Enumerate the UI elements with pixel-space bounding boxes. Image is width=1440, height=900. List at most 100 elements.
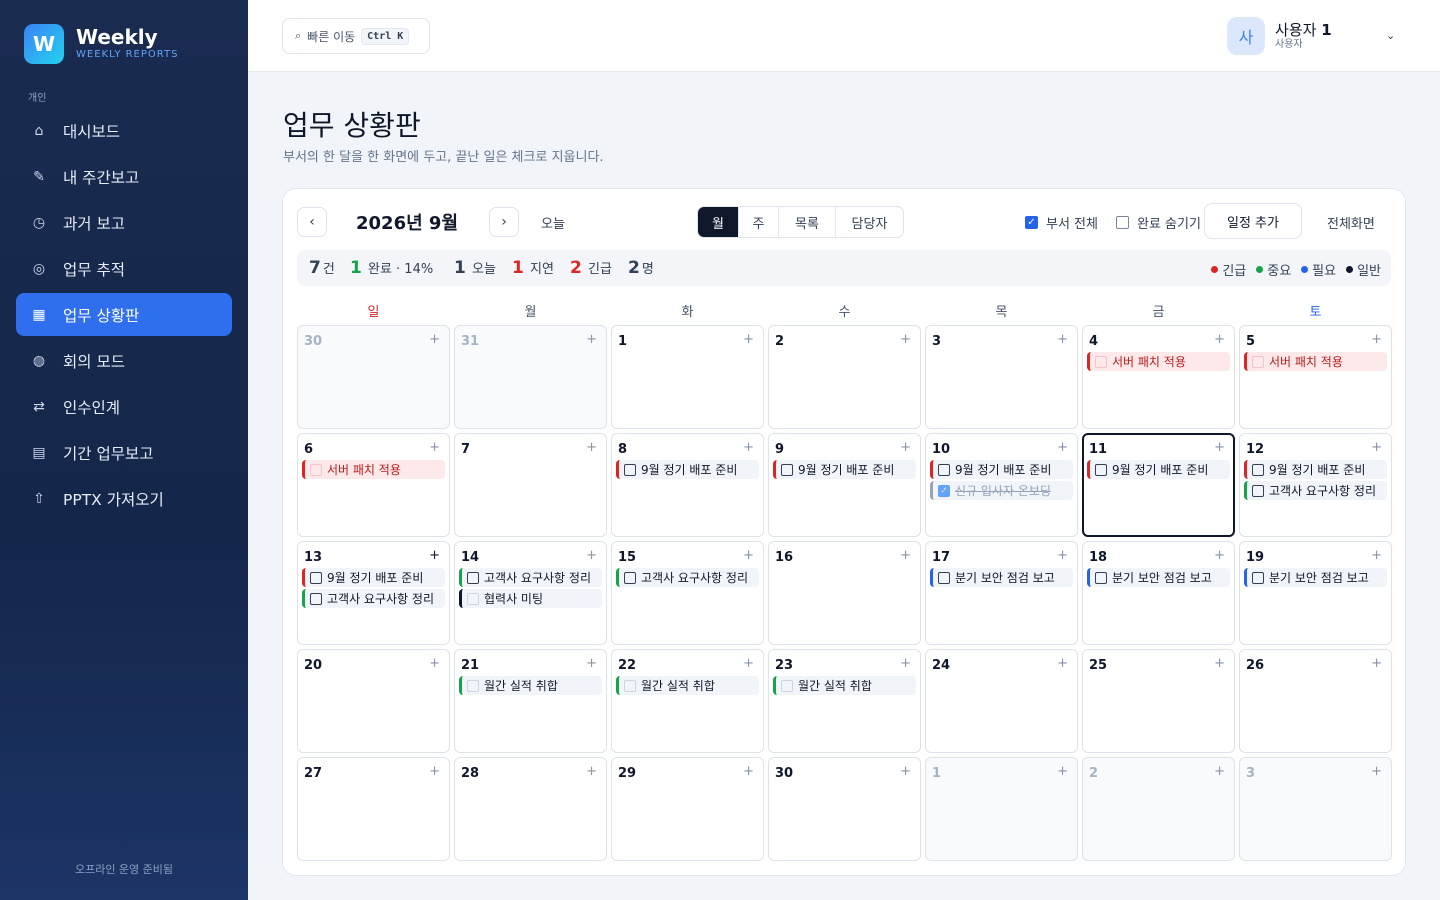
add-event-icon[interactable]: + xyxy=(586,548,597,563)
add-event-icon[interactable]: + xyxy=(743,548,754,563)
event-item[interactable]: 서버 패치 적용 xyxy=(302,460,445,479)
add-event-icon[interactable]: + xyxy=(900,548,911,563)
dept-all-checkbox[interactable]: ✓ xyxy=(1025,216,1038,229)
calendar-day[interactable]: 5 + 서버 패치 적용 xyxy=(1239,325,1392,429)
calendar-day[interactable]: 12 +9월 정기 배포 준비 고객사 요구사항 정리 xyxy=(1239,433,1392,537)
calendar-day[interactable]: 24 + xyxy=(925,649,1078,753)
view-tab[interactable]: 월 xyxy=(698,207,739,237)
event-checkbox[interactable] xyxy=(624,571,636,584)
add-event-icon[interactable]: + xyxy=(429,656,440,671)
calendar-day[interactable]: 21 + 월간 실적 취합 xyxy=(454,649,607,753)
add-event-icon[interactable]: + xyxy=(586,440,597,455)
add-event-icon[interactable]: + xyxy=(1057,332,1068,347)
add-event-icon[interactable]: + xyxy=(1371,440,1382,455)
event-item[interactable]: 고객사 요구사항 정리 xyxy=(616,568,759,587)
fullscreen-button[interactable]: 전체화면 xyxy=(1327,213,1375,232)
add-event-icon[interactable]: + xyxy=(900,332,911,347)
add-event-icon[interactable]: + xyxy=(429,548,440,563)
add-event-icon[interactable]: + xyxy=(743,764,754,779)
add-event-icon[interactable]: + xyxy=(743,332,754,347)
event-checkbox[interactable] xyxy=(781,679,793,692)
event-checkbox[interactable] xyxy=(467,592,479,605)
calendar-day[interactable]: 30 + xyxy=(297,325,450,429)
calendar-day[interactable]: 7 + xyxy=(454,433,607,537)
calendar-day[interactable]: 1 + xyxy=(611,325,764,429)
event-checkbox[interactable] xyxy=(467,679,479,692)
prev-month-button[interactable]: ‹ xyxy=(297,207,327,237)
calendar-day[interactable]: 9 +9월 정기 배포 준비 xyxy=(768,433,921,537)
calendar-day[interactable]: 30 + xyxy=(768,757,921,861)
event-checkbox[interactable] xyxy=(1095,571,1107,584)
calendar-day[interactable]: 11 +9월 정기 배포 준비 xyxy=(1082,433,1235,537)
calendar-day[interactable]: 2 + xyxy=(1082,757,1235,861)
add-event-icon[interactable]: + xyxy=(1371,656,1382,671)
calendar-day[interactable]: 27 + xyxy=(297,757,450,861)
add-event-icon[interactable]: + xyxy=(900,440,911,455)
add-event-icon[interactable]: + xyxy=(1214,332,1225,347)
event-item[interactable]: 월간 실적 취합 xyxy=(773,676,916,695)
event-checkbox[interactable] xyxy=(781,463,793,476)
hide-done-toggle[interactable]: 완료 숨기기 xyxy=(1116,213,1201,232)
calendar-day[interactable]: 28 + xyxy=(454,757,607,861)
event-item[interactable]: 월간 실적 취합 xyxy=(459,676,602,695)
add-event-icon[interactable]: + xyxy=(429,332,440,347)
add-event-icon[interactable]: + xyxy=(586,332,597,347)
event-checkbox[interactable] xyxy=(310,592,322,605)
add-event-icon[interactable]: + xyxy=(1371,548,1382,563)
add-event-icon[interactable]: + xyxy=(1214,656,1225,671)
sidebar-item-swap[interactable]: ⇄ 인수인계 xyxy=(16,385,232,428)
event-checkbox[interactable] xyxy=(1095,355,1107,368)
event-item[interactable]: 서버 패치 적용 xyxy=(1087,352,1230,371)
event-checkbox[interactable] xyxy=(1252,571,1264,584)
add-event-icon[interactable]: + xyxy=(1214,548,1225,563)
quick-jump-button[interactable]: ⌕ 빠른 이동 Ctrl K xyxy=(282,18,430,54)
today-button[interactable]: 오늘 xyxy=(541,213,565,232)
view-tab[interactable]: 담당자 xyxy=(836,207,903,237)
calendar-day[interactable]: 13 +9월 정기 배포 준비 고객사 요구사항 정리 xyxy=(297,541,450,645)
add-event-icon[interactable]: + xyxy=(429,764,440,779)
hide-done-checkbox[interactable] xyxy=(1116,216,1129,229)
chevron-down-icon[interactable]: ⌄ xyxy=(1386,29,1395,42)
calendar-day[interactable]: 26 + xyxy=(1239,649,1392,753)
add-event-icon[interactable]: + xyxy=(743,440,754,455)
calendar-day[interactable]: 17 + 분기 보안 점검 보고 xyxy=(925,541,1078,645)
calendar-day[interactable]: 20 + xyxy=(297,649,450,753)
event-checkbox[interactable] xyxy=(624,463,636,476)
event-checkbox[interactable] xyxy=(1252,355,1264,368)
sidebar-item-globe[interactable]: ◍ 회의 모드 xyxy=(16,339,232,382)
calendar-day[interactable]: 25 + xyxy=(1082,649,1235,753)
sidebar-item-grid[interactable]: ▦ 업무 상황판 xyxy=(16,293,232,336)
event-item[interactable]: 9월 정기 배포 준비 xyxy=(773,460,916,479)
sidebar-item-clock[interactable]: ◷ 과거 보고 xyxy=(16,201,232,244)
add-event-icon[interactable]: + xyxy=(1057,548,1068,563)
next-month-button[interactable]: › xyxy=(489,207,519,237)
add-event-button[interactable]: 일정 추가 xyxy=(1204,203,1302,239)
event-checkbox[interactable] xyxy=(310,571,322,584)
sidebar-item-list[interactable]: ▤ 기간 업무보고 xyxy=(16,431,232,474)
add-event-icon[interactable]: + xyxy=(743,656,754,671)
event-checkbox[interactable] xyxy=(624,679,636,692)
sidebar-item-home[interactable]: ⌂ 대시보드 xyxy=(16,109,232,152)
sidebar-item-target[interactable]: ◎ 업무 추적 xyxy=(16,247,232,290)
event-item[interactable]: 9월 정기 배포 준비 xyxy=(930,460,1073,479)
calendar-day[interactable]: 14 + 고객사 요구사항 정리 협력사 미팅 xyxy=(454,541,607,645)
calendar-day[interactable]: 15 + 고객사 요구사항 정리 xyxy=(611,541,764,645)
event-checkbox[interactable] xyxy=(1095,463,1107,476)
calendar-day[interactable]: 4 + 서버 패치 적용 xyxy=(1082,325,1235,429)
event-item[interactable]: 9월 정기 배포 준비 xyxy=(302,568,445,587)
calendar-day[interactable]: 29 + xyxy=(611,757,764,861)
event-checkbox[interactable] xyxy=(1252,484,1264,497)
calendar-day[interactable]: 16 + xyxy=(768,541,921,645)
add-event-icon[interactable]: + xyxy=(1057,656,1068,671)
sidebar-item-pencil[interactable]: ✎ 내 주간보고 xyxy=(16,155,232,198)
event-item[interactable]: 9월 정기 배포 준비 xyxy=(616,460,759,479)
calendar-day[interactable]: 31 + xyxy=(454,325,607,429)
add-event-icon[interactable]: + xyxy=(1214,764,1225,779)
add-event-icon[interactable]: + xyxy=(429,440,440,455)
event-item[interactable]: 월간 실적 취합 xyxy=(616,676,759,695)
event-checkbox[interactable]: ✓ xyxy=(938,484,950,497)
event-item[interactable]: ✓ 신규 입사자 온보딩 xyxy=(930,481,1073,500)
calendar-day[interactable]: 8 +9월 정기 배포 준비 xyxy=(611,433,764,537)
event-item[interactable]: 9월 정기 배포 준비 xyxy=(1087,460,1230,479)
calendar-day[interactable]: 22 + 월간 실적 취합 xyxy=(611,649,764,753)
